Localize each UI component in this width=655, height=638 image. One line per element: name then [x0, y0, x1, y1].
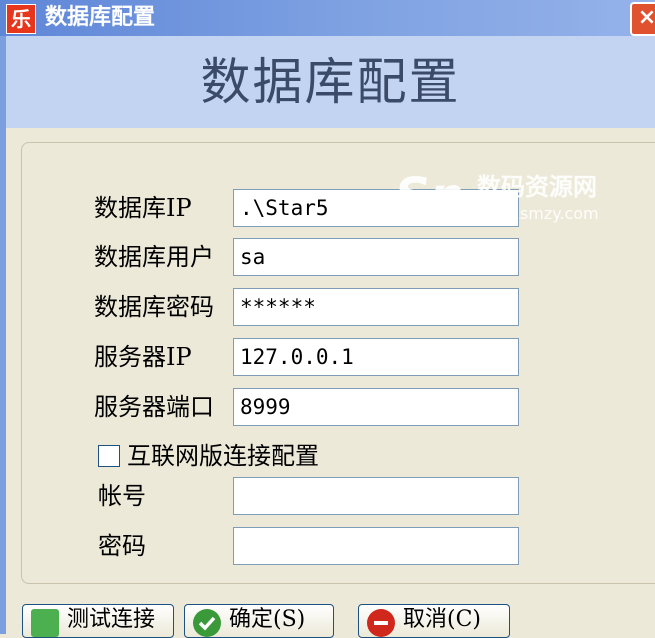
internet-config-label: 互联网版连接配置 — [127, 442, 319, 470]
server-port-label: 服务器端口 — [94, 393, 214, 421]
check-icon — [193, 609, 221, 637]
title-bar: 乐 数据库配置 × — [0, 0, 655, 36]
cancel-label: 取消(C) — [403, 607, 481, 632]
app-logo-icon: 乐 — [6, 4, 36, 34]
db-ip-label: 数据库IP — [94, 194, 192, 222]
server-ip-label: 服务器IP — [94, 343, 192, 371]
internet-config-checkbox[interactable] — [98, 445, 120, 467]
watermark-url: www.smzy.com — [477, 204, 599, 223]
db-user-field[interactable]: sa — [233, 238, 519, 276]
watermark-logo: Sn — [395, 168, 464, 224]
test-connection-button[interactable]: 测试连接 — [22, 604, 174, 638]
ok-label: 确定(S) — [229, 607, 306, 632]
db-user-label: 数据库用户 — [94, 243, 214, 271]
banner-title: 数据库配置 — [200, 53, 461, 111]
server-port-field[interactable]: 8999 — [233, 388, 519, 426]
server-ip-field[interactable]: 127.0.0.1 — [233, 338, 519, 376]
no-entry-icon — [367, 609, 395, 637]
window-title: 数据库配置 — [45, 5, 156, 30]
test-connection-label: 测试连接 — [67, 607, 156, 632]
watermark-text: 数码资源网 — [477, 173, 597, 201]
account-label: 帐号 — [98, 482, 146, 510]
ok-button[interactable]: 确定(S) — [184, 604, 334, 638]
db-password-label: 数据库密码 — [94, 293, 214, 321]
header-banner: 数据库配置 — [6, 36, 655, 128]
account-field[interactable] — [233, 477, 519, 515]
db-password-field[interactable]: ****** — [233, 288, 519, 326]
watermark: Sn 数码资源网 www.smzy.com — [395, 168, 645, 228]
plug-icon — [31, 609, 59, 637]
password-field[interactable] — [233, 527, 519, 565]
password-label: 密码 — [98, 532, 146, 560]
cancel-button[interactable]: 取消(C) — [358, 604, 510, 638]
close-button[interactable]: × — [630, 2, 655, 36]
